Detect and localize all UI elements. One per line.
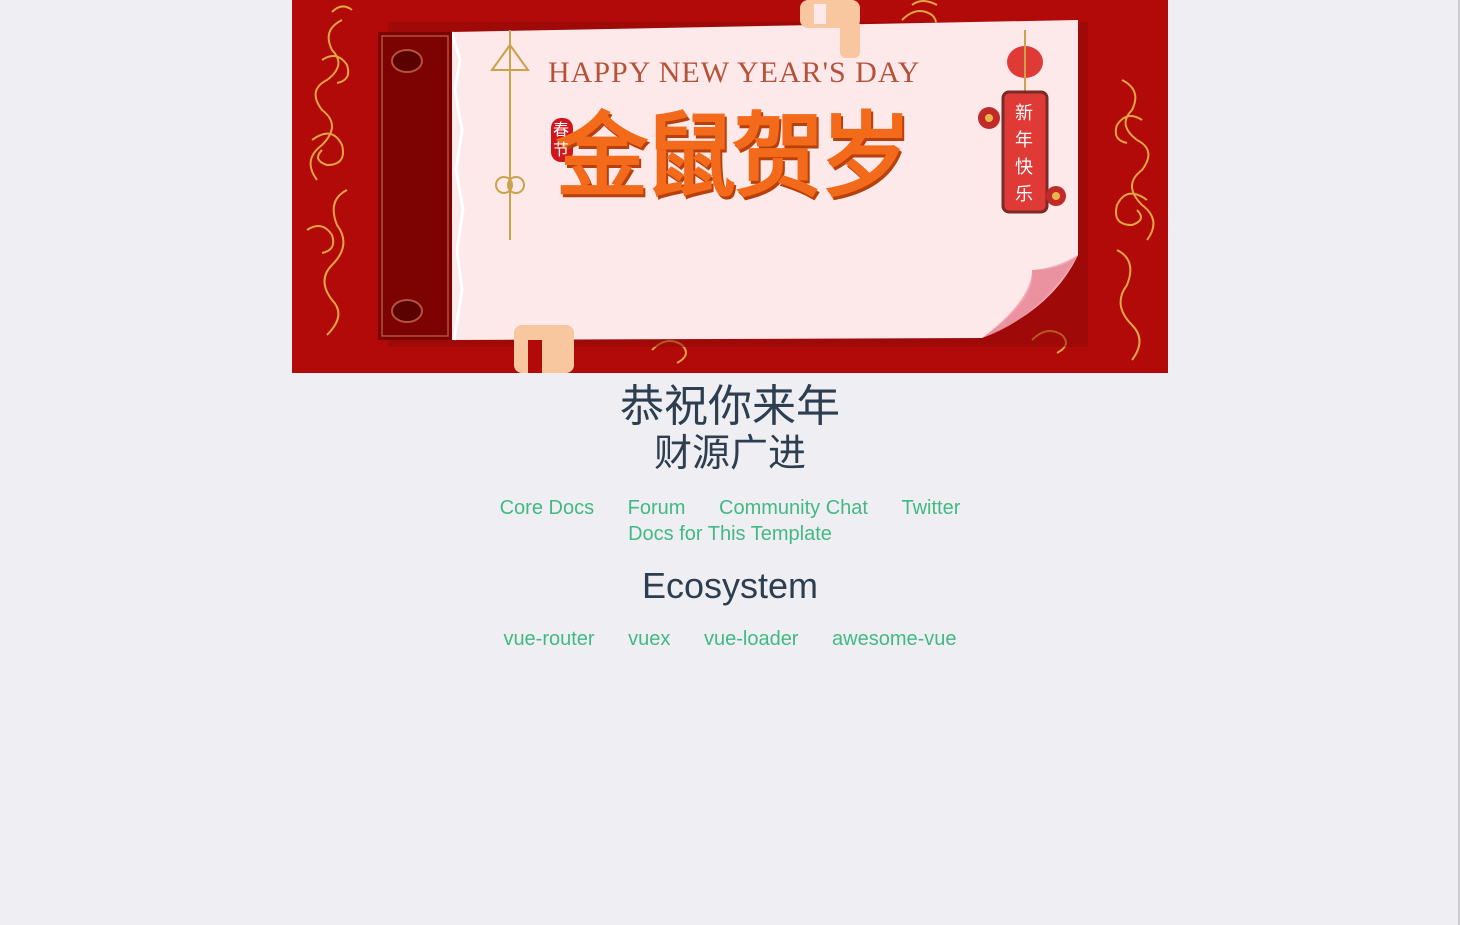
banner-headline-en: HAPPY NEW YEAR'S DAY xyxy=(548,56,921,89)
banner-seal-text: 春节 xyxy=(553,120,570,159)
ecosystem-link-item: vue-router xyxy=(503,626,594,652)
banner-lantern-tag: 新 年 快 乐 xyxy=(1011,100,1037,208)
greeting-line-2: 财源广进 xyxy=(653,431,806,475)
essential-link-item: Community Chat xyxy=(719,495,868,521)
ecosystem-link-item: vuex xyxy=(628,626,670,652)
essential-link-item: Twitter xyxy=(902,495,961,521)
lantern-char: 年 xyxy=(1015,130,1033,151)
template-docs-link[interactable]: Docs for This Template xyxy=(628,523,832,545)
lantern-char: 新 xyxy=(1015,103,1033,124)
essential-link-item: Forum xyxy=(628,495,686,521)
ecosystem-link-item: awesome-vue xyxy=(832,626,957,652)
vue-router-link[interactable]: vue-router xyxy=(503,628,594,650)
ecosystem-links: vue-router vuex vue-loader awesome-vue xyxy=(430,626,1030,652)
community-chat-link[interactable]: Community Chat xyxy=(719,497,868,519)
banner-headline-cn: 金鼠贺岁 xyxy=(556,103,912,210)
lantern-char: 乐 xyxy=(1015,184,1033,205)
essential-links: Core Docs Forum Community Chat Twitter D… xyxy=(430,495,1030,547)
greeting-line-1: 恭祝你来年 xyxy=(620,381,840,432)
vuex-link[interactable]: vuex xyxy=(628,628,670,650)
app-root: HAPPY NEW YEAR'S DAY 金鼠贺岁 春节 新 年 快 乐 恭祝你… xyxy=(0,0,1460,925)
forum-link[interactable]: Forum xyxy=(628,497,686,519)
twitter-link[interactable]: Twitter xyxy=(902,497,961,519)
core-docs-link[interactable]: Core Docs xyxy=(500,497,594,519)
ecosystem-link-item: vue-loader xyxy=(704,626,799,652)
lantern-char: 快 xyxy=(1015,157,1033,178)
awesome-vue-link[interactable]: awesome-vue xyxy=(832,628,957,650)
essential-link-item: Docs for This Template xyxy=(628,521,832,547)
essential-link-item: Core Docs xyxy=(500,495,594,521)
ecosystem-heading: Ecosystem xyxy=(641,565,819,606)
vue-loader-link[interactable]: vue-loader xyxy=(704,628,799,650)
